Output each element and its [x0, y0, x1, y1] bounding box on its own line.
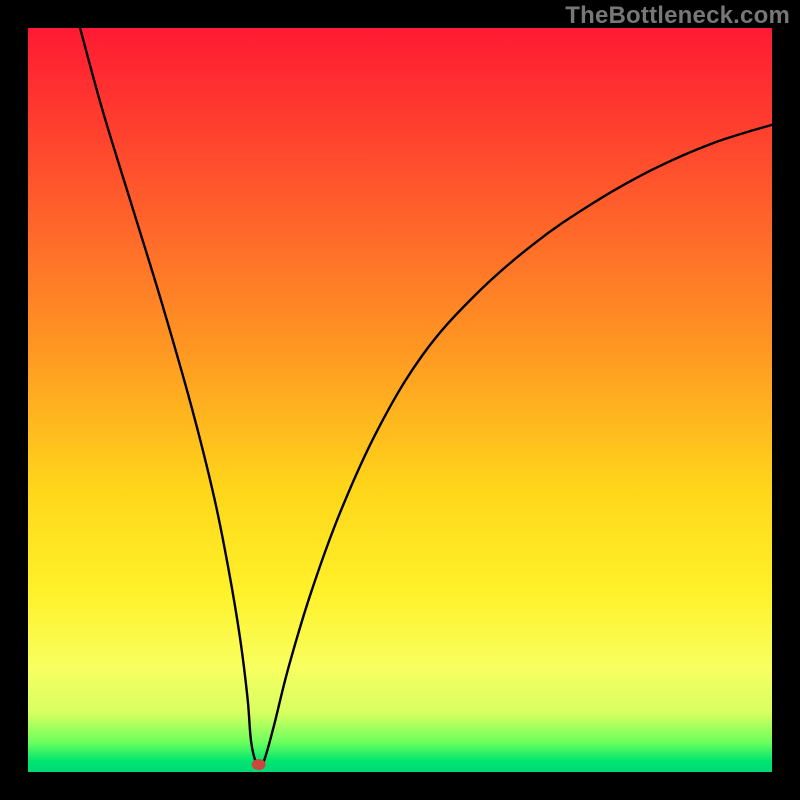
- chart-frame: TheBottleneck.com: [0, 0, 800, 800]
- optimum-marker: [252, 759, 266, 770]
- attribution-text: TheBottleneck.com: [565, 2, 790, 30]
- curve-layer: [28, 28, 772, 772]
- plot-area: [28, 28, 772, 772]
- bottleneck-curve: [80, 28, 772, 768]
